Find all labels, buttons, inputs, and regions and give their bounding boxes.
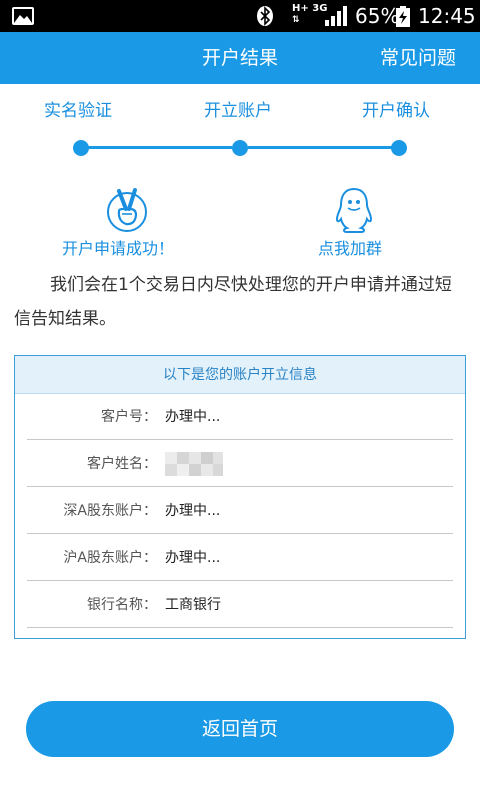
account-info-panel: 以下是您的账户开立信息 客户号： 办理中... 客户姓名： 深A股东账户： 办理…	[14, 355, 466, 639]
network-indicator: H+ 3G ⇅	[292, 3, 327, 25]
status-bar: H+ 3G ⇅ 65% 12:45	[0, 0, 480, 32]
step-label-verify: 实名验证	[44, 101, 112, 121]
info-value: 工商银行	[165, 597, 221, 613]
battery-charging-icon	[396, 6, 410, 27]
info-value: 办理中...	[165, 503, 221, 519]
image-notification-icon	[12, 7, 34, 25]
account-info-header: 以下是您的账户开立信息	[15, 356, 465, 394]
step-connector	[248, 146, 392, 149]
info-row-customer-id: 客户号： 办理中...	[27, 394, 453, 440]
info-label: 客户号：	[101, 409, 157, 425]
signal-icon	[325, 6, 347, 26]
back-home-button[interactable]: 返回首页	[26, 701, 454, 757]
info-row-shanghai-account: 沪A股东账户： 办理中...	[27, 535, 453, 581]
step-dot	[73, 140, 89, 156]
info-value: 办理中...	[165, 550, 221, 566]
network-type: H+	[292, 3, 309, 14]
info-row-bank-name: 银行名称： 工商银行	[27, 582, 453, 628]
redacted-name	[165, 452, 223, 476]
battery-percent: 65%	[355, 4, 400, 28]
info-value: 办理中...	[165, 409, 221, 425]
info-row-shenzhen-account: 深A股东账户： 办理中...	[27, 488, 453, 534]
step-label-open-account: 开立账户	[204, 101, 272, 121]
qq-penguin-icon[interactable]	[331, 186, 377, 234]
info-label: 深A股东账户：	[63, 503, 157, 519]
processing-notice: 我们会在1个交易日内尽快处理您的开户申请并通过短信告知结果。	[14, 275, 452, 329]
step-dot	[232, 140, 248, 156]
info-row-customer-name: 客户姓名：	[27, 441, 453, 487]
info-label: 银行名称：	[87, 597, 157, 613]
title-bar: 开户结果 常见问题	[0, 32, 480, 84]
step-label-confirm: 开户确认	[362, 101, 430, 121]
success-message: 开户申请成功！	[62, 239, 175, 258]
bluetooth-icon	[257, 6, 273, 26]
clock: 12:45	[418, 4, 476, 28]
victory-hand-icon	[107, 188, 147, 232]
step-connector	[88, 146, 232, 149]
data-arrows-icon: ⇅	[292, 15, 300, 25]
faq-link[interactable]: 常见问题	[380, 44, 456, 72]
info-label: 客户姓名：	[87, 456, 157, 472]
info-label: 沪A股东账户：	[63, 550, 157, 566]
join-group-link[interactable]: 点我加群	[318, 236, 382, 262]
step-dot	[391, 140, 407, 156]
